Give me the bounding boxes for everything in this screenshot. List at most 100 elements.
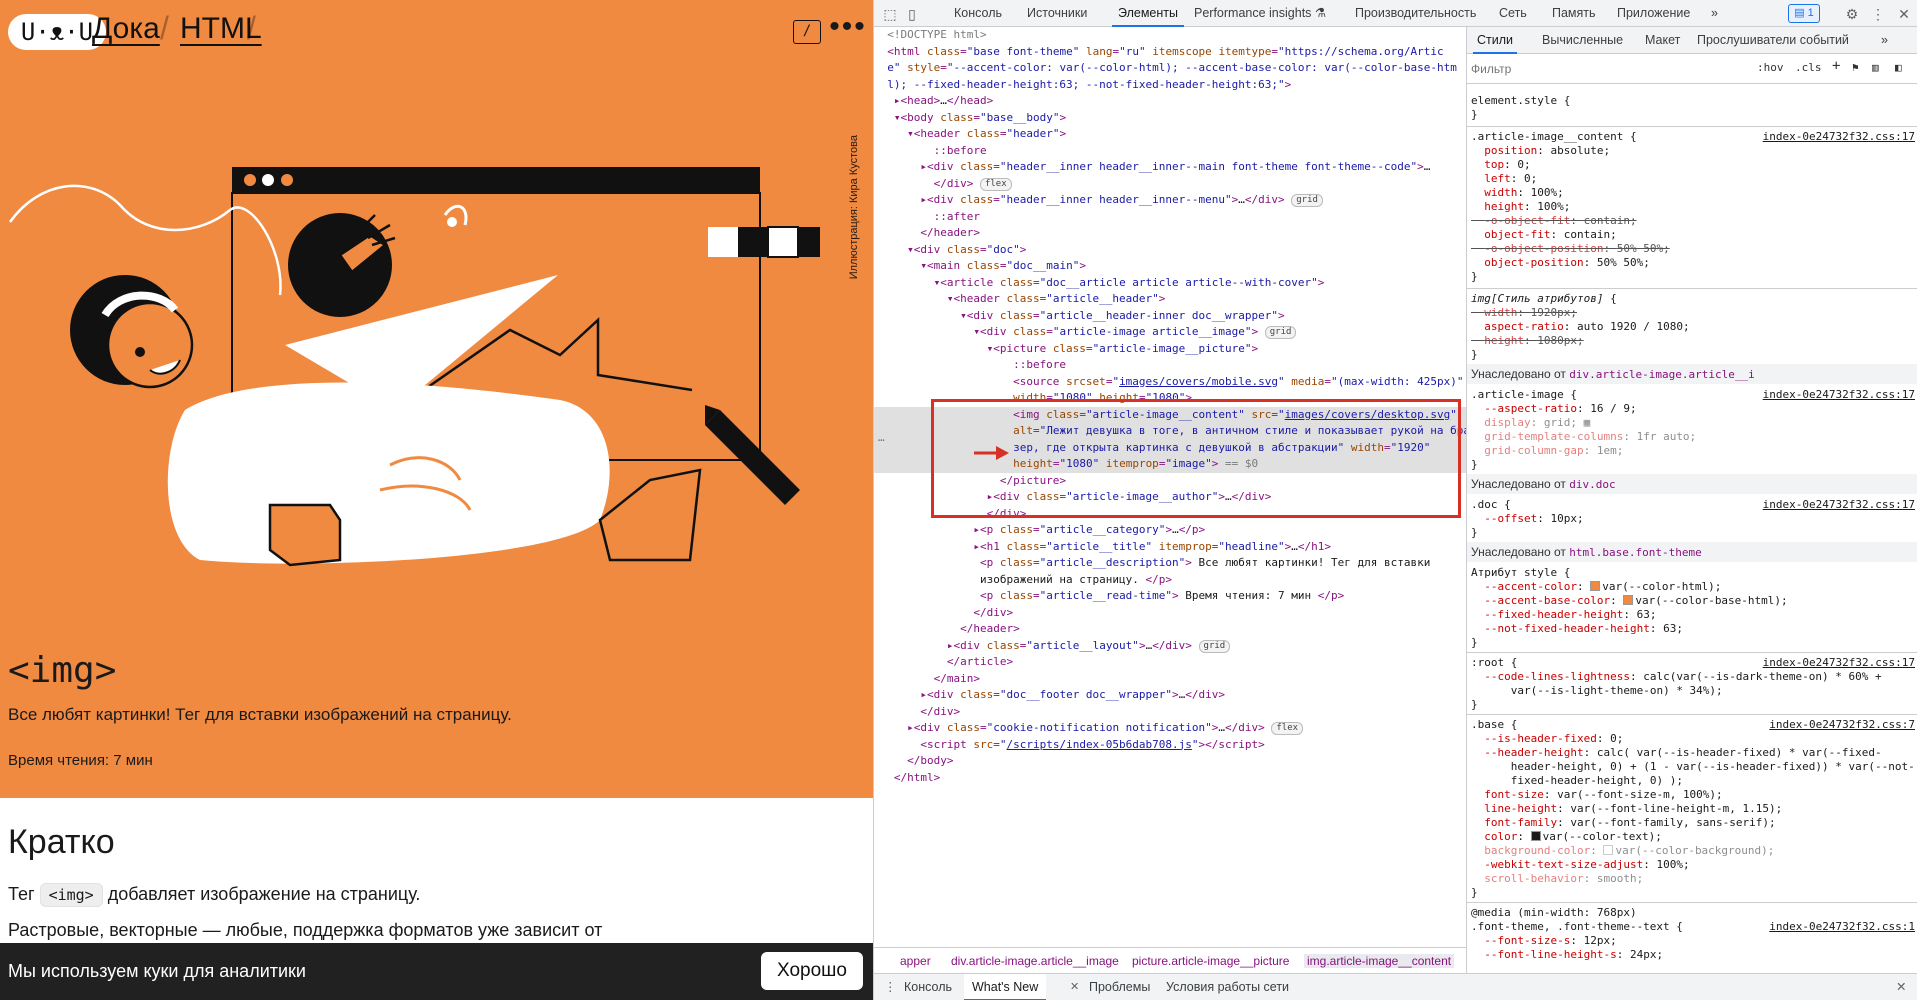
page-description: Все любят картинки! Тег для вставки изоб… [8, 705, 512, 724]
dom-line[interactable]: <p class="article__read-time"> Время чте… [874, 588, 1466, 605]
dom-line[interactable]: <html class="base font-theme" lang="ru" … [874, 44, 1466, 61]
dom-line[interactable]: ▸<p class="article__category">…</p> [874, 522, 1466, 539]
dom-line[interactable]: ::before [874, 357, 1466, 374]
dom-line[interactable]: ▾<div class="article__header-inner doc__… [874, 308, 1466, 325]
styles-filter-input[interactable] [1471, 59, 1751, 79]
dom-line[interactable]: </html> [874, 770, 1466, 787]
inspect-element-icon[interactable]: ⬚ [880, 4, 900, 24]
dom-line[interactable]: <source srcset="images/covers/mobile.svg… [874, 374, 1466, 391]
highlight-annotation-box [931, 399, 1461, 518]
paint-icon[interactable]: ⚑ [1852, 61, 1859, 74]
styles-tabs: Стили Вычисленные Макет Прослушиватели с… [1467, 27, 1917, 54]
dom-line[interactable]: </article> [874, 654, 1466, 671]
tab-performance-insights[interactable]: Performance insights ⚗ [1194, 0, 1326, 27]
tab-computed[interactable]: Вычисленные [1542, 27, 1623, 54]
dom-line[interactable]: ::before [874, 143, 1466, 160]
dom-line[interactable]: </header> [874, 621, 1466, 638]
drawer-tab-network-conditions[interactable]: Условия работы сети [1166, 974, 1289, 1000]
dom-line[interactable]: ▾<header class="article__header"> [874, 291, 1466, 308]
dom-line[interactable]: l); --fixed-header-height:63; --not-fixe… [874, 77, 1466, 94]
dom-line[interactable]: ▾<body class="base__body"> [874, 110, 1466, 127]
elements-tree[interactable]: <!DOCTYPE html> <html class="base font-t… [874, 27, 1466, 947]
dom-line[interactable]: ▾<picture class="article-image__picture"… [874, 341, 1466, 358]
tab-performance[interactable]: Производительность [1355, 0, 1476, 27]
cover-illustration [8, 167, 820, 567]
drawer-tab-issues[interactable]: Проблемы [1089, 974, 1150, 1000]
dom-line[interactable]: <script src="/scripts/index-05b6dab708.j… [874, 737, 1466, 754]
dom-line[interactable]: ▸<div class="cookie-notification notific… [874, 720, 1466, 737]
more-tabs-chevron-icon[interactable]: » [1881, 27, 1888, 54]
breadcrumb-item[interactable]: picture.article-image__picture [1132, 954, 1289, 968]
dom-line[interactable]: ▾<div class="doc"> [874, 242, 1466, 259]
issues-badge[interactable]: ▤ 1 [1788, 4, 1820, 23]
breadcrumb-doka[interactable]: Дока [92, 12, 160, 46]
device-toolbar-icon[interactable]: ▯ [902, 4, 922, 24]
tab-elements[interactable]: Элементы [1112, 0, 1184, 27]
dom-line[interactable]: ▸<div class="doc__footer doc__wrapper">…… [874, 687, 1466, 704]
section-title: Кратко [8, 823, 115, 861]
css-rules-list[interactable]: element.style { } .article-image__conten… [1467, 84, 1917, 973]
illustration-credit: Иллюстрация: Кира Кустова [848, 135, 860, 280]
drawer-tab-whats-new[interactable]: What's New [964, 974, 1047, 1000]
styles-pane: Стили Вычисленные Макет Прослушиватели с… [1466, 27, 1917, 973]
breadcrumb-item[interactable]: div.article-image.article__image [951, 954, 1119, 968]
dom-line[interactable]: </main> [874, 671, 1466, 688]
dom-line[interactable]: ▸<div class="header__inner header__inner… [874, 192, 1466, 209]
drawer-menu-icon[interactable]: ⋮ [884, 974, 897, 1000]
dom-line[interactable]: ::after [874, 209, 1466, 226]
dom-line[interactable]: </div> [874, 704, 1466, 721]
dom-line[interactable]: ▸<head>…</head> [874, 93, 1466, 110]
hover-state-button[interactable]: :hov [1757, 61, 1784, 74]
read-time: Время чтения: 7 мин [8, 752, 153, 769]
more-tabs-chevron-icon[interactable]: » [1711, 0, 1718, 27]
tab-sources[interactable]: Источники [1027, 0, 1087, 27]
dom-line[interactable]: <!DOCTYPE html> [874, 27, 1466, 44]
menu-button[interactable]: ••• [828, 12, 868, 48]
dom-line[interactable]: ▸<div class="header__inner header__inner… [874, 159, 1466, 176]
theme-toggle-button[interactable]: / [793, 20, 821, 44]
tab-styles[interactable]: Стили [1473, 27, 1518, 54]
dom-line[interactable]: </header> [874, 225, 1466, 242]
tab-event-listeners[interactable]: Прослушиватели событий [1697, 27, 1849, 54]
dom-line[interactable]: ▾<article class="doc__article article ar… [874, 275, 1466, 292]
breadcrumb-separator: / [160, 10, 169, 46]
tab-memory[interactable]: Память [1552, 0, 1596, 27]
dom-line[interactable]: e" style="--accent-color: var(--color-ht… [874, 60, 1466, 77]
kebab-menu-icon[interactable]: ⋮ [1868, 4, 1888, 24]
gear-icon[interactable]: ⚙ [1842, 4, 1862, 24]
tab-application[interactable]: Приложение [1617, 0, 1690, 27]
dom-line[interactable]: </div> flex [874, 176, 1466, 193]
page-title: <img> [8, 650, 117, 691]
paragraph: Тег <img> добавляет изображение на стран… [8, 883, 421, 907]
class-toggle-button[interactable]: .cls [1795, 61, 1822, 74]
paragraph-text: добавляет изображение на страницу. [102, 884, 421, 904]
computed-sidebar-icon[interactable]: ▥ [1872, 61, 1879, 74]
tab-console[interactable]: Консоль [954, 0, 1002, 27]
drawer-tab-console[interactable]: Консоль [904, 974, 952, 1000]
dom-line[interactable]: </body> [874, 753, 1466, 770]
cookie-accept-button[interactable]: Хорошо [761, 952, 863, 990]
drawer-tab-close-icon[interactable]: ✕ [1070, 974, 1079, 1000]
cookie-banner: Мы используем куки для аналитики Хорошо [0, 943, 873, 1000]
arrow-right-icon [974, 446, 1009, 460]
breadcrumb-item[interactable]: apper [900, 954, 931, 968]
dom-line[interactable]: ▾<div class="article-image article__imag… [874, 324, 1466, 341]
dom-line[interactable]: ▸<h1 class="article__title" itemprop="he… [874, 539, 1466, 556]
dom-line[interactable]: изображений на страницу. </p> [874, 572, 1466, 589]
toggle-sidebar-icon[interactable]: ◧ [1895, 61, 1902, 74]
breadcrumb-item-selected[interactable]: img.article-image__content [1304, 954, 1455, 968]
tab-layout[interactable]: Макет [1645, 27, 1680, 54]
close-icon[interactable]: ✕ [1896, 974, 1906, 1000]
devtools-toolbar: ⬚ ▯ Консоль Источники Элементы Performan… [874, 0, 1917, 27]
dom-line[interactable]: <p class="article__description"> Все люб… [874, 555, 1466, 572]
dom-line[interactable]: ▾<main class="doc__main"> [874, 258, 1466, 275]
inline-code: <img> [39, 883, 103, 907]
dom-line[interactable]: ▾<header class="header"> [874, 126, 1466, 143]
new-rule-button[interactable]: + [1832, 58, 1840, 74]
close-icon[interactable]: ✕ [1894, 4, 1914, 24]
ellipsis-icon[interactable]: … [878, 431, 885, 444]
breadcrumb-separator: / [247, 10, 256, 46]
dom-line[interactable]: </div> [874, 605, 1466, 622]
dom-line[interactable]: ▸<div class="article__layout">…</div> gr… [874, 638, 1466, 655]
tab-network[interactable]: Сеть [1499, 0, 1527, 27]
